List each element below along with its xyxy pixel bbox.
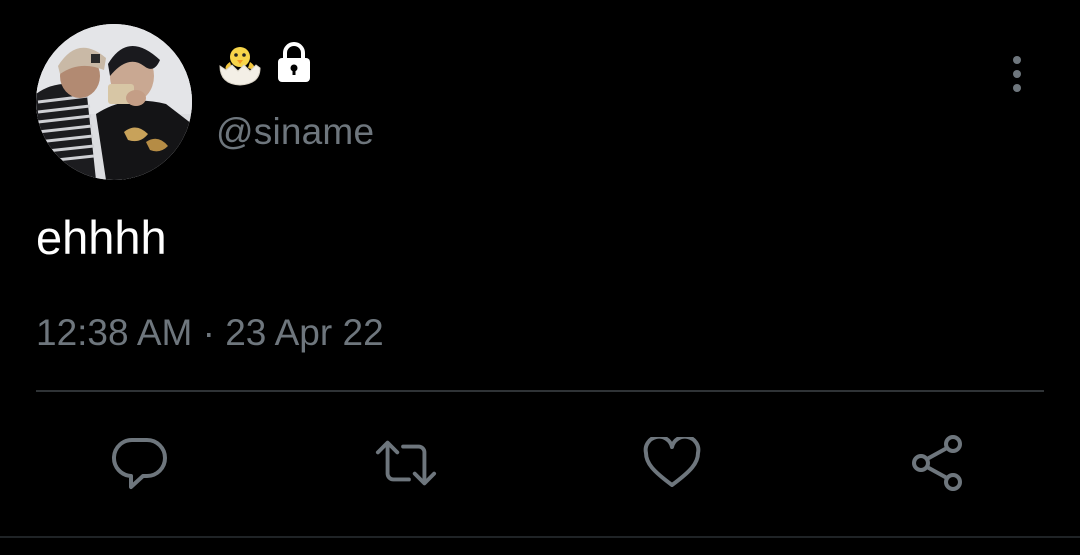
reply-icon — [111, 437, 167, 489]
like-button[interactable] — [640, 432, 704, 494]
retweet-icon — [375, 440, 437, 486]
tweet-timestamp: 12:38 AM · 23 Apr 22 — [36, 310, 384, 356]
share-button[interactable] — [906, 432, 970, 494]
heart-icon — [643, 437, 701, 487]
tweet-date[interactable]: 23 Apr 22 — [225, 310, 383, 356]
bottom-divider — [0, 536, 1080, 538]
timestamp-separator: · — [192, 312, 226, 353]
user-handle[interactable]: @siname — [216, 110, 374, 154]
hatching-chick-icon — [216, 40, 264, 86]
tweet-time[interactable]: 12:38 AM — [36, 310, 192, 356]
avatar-photo — [36, 24, 192, 180]
share-icon — [912, 435, 962, 491]
tweet-text: ehhhh — [36, 211, 167, 264]
divider — [36, 390, 1044, 392]
tweet-detail: @siname ehhhh 12:38 AM · 23 Apr 22 — [0, 0, 1080, 555]
lock-icon — [272, 41, 316, 85]
avatar[interactable] — [36, 24, 192, 180]
reply-button[interactable] — [108, 432, 172, 494]
display-name[interactable] — [216, 40, 316, 86]
more-options-icon[interactable] — [1004, 54, 1030, 98]
retweet-button[interactable] — [374, 432, 438, 494]
